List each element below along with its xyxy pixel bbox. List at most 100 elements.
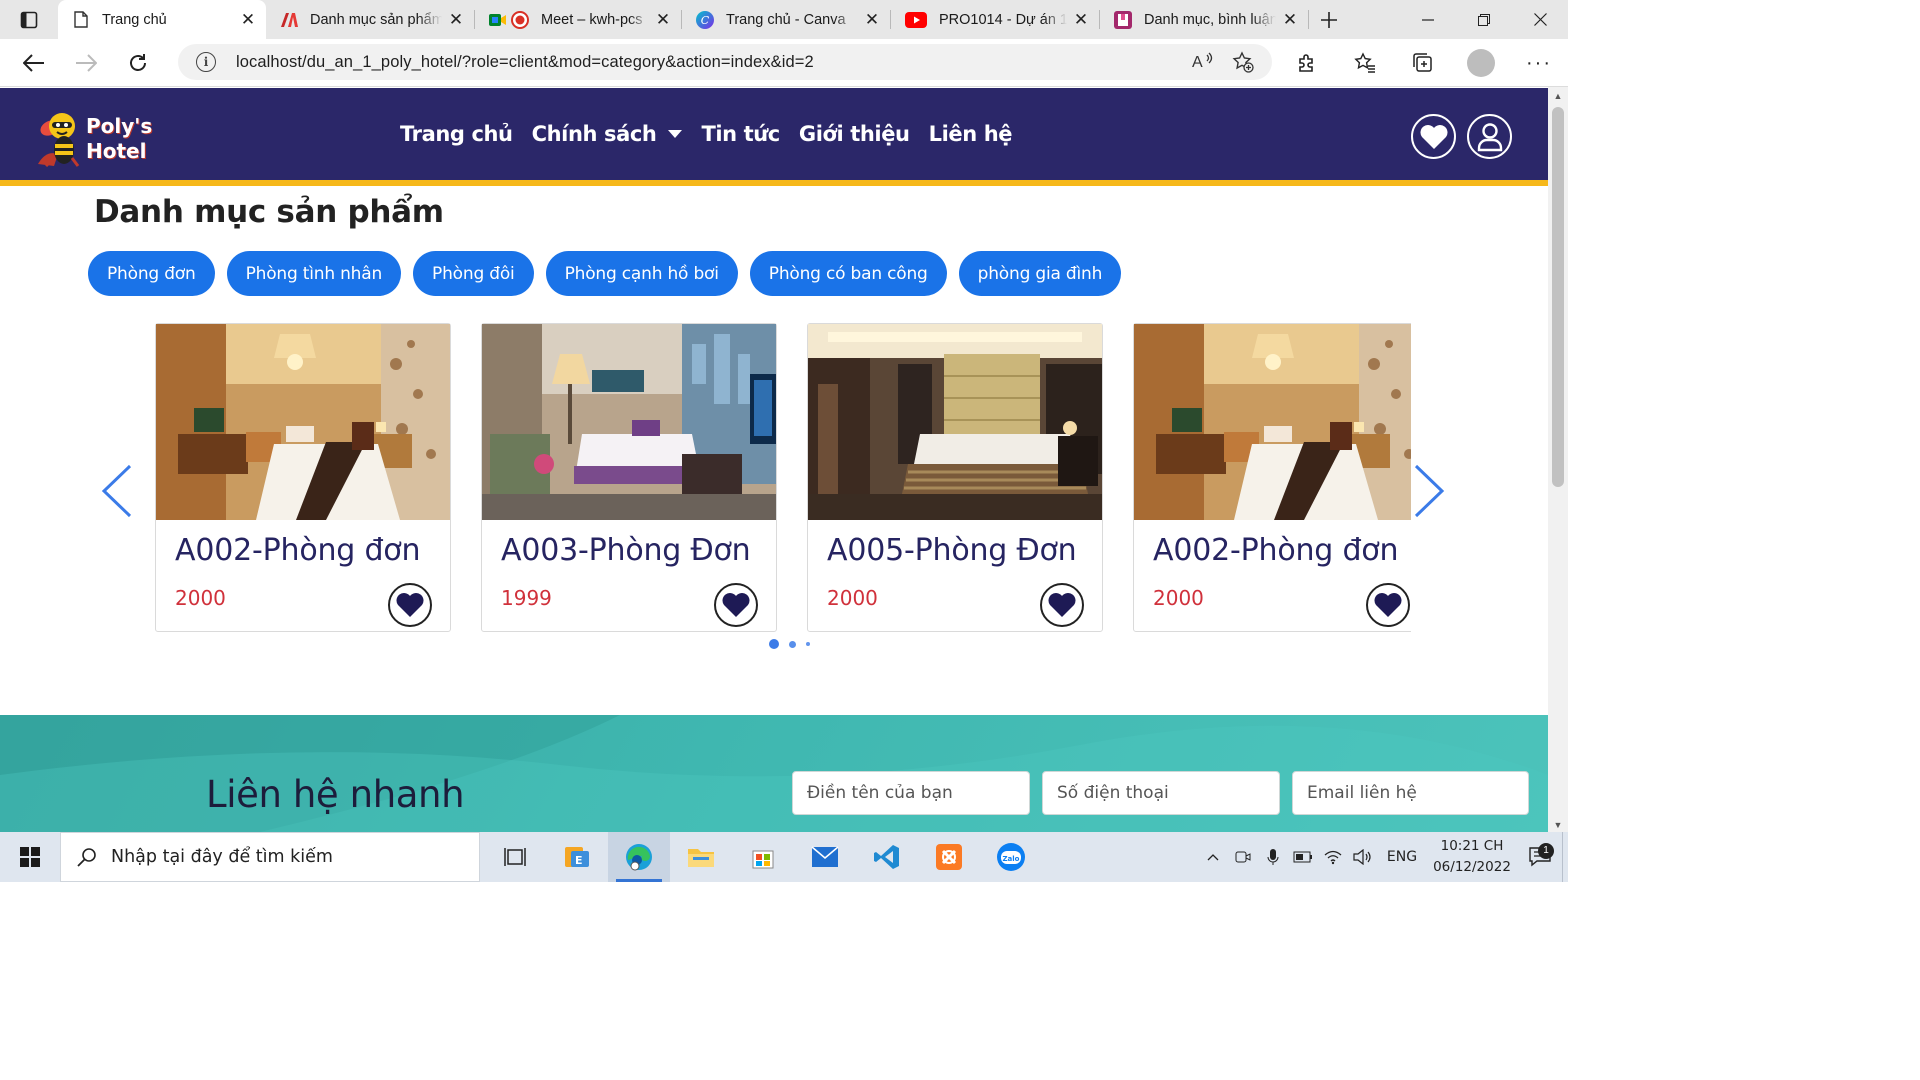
room-card[interactable]: A003-Phòng Đơn 1999 [481, 323, 777, 632]
extensions-button[interactable] [1278, 52, 1336, 74]
logo-line-1: Poly's [86, 114, 153, 138]
taskbar-app-edge[interactable] [608, 832, 670, 882]
room-card[interactable]: A002-Phòng đơn 2000 [1133, 323, 1411, 632]
reload-button[interactable] [112, 43, 164, 83]
site-info-icon[interactable]: i [196, 52, 216, 72]
microphone-icon[interactable] [1258, 848, 1288, 866]
tab-actions-button[interactable] [0, 0, 58, 39]
nav-about[interactable]: Giới thiệu [799, 122, 910, 146]
carousel-track: A002-Phòng đơn 2000 A003-Phòng Đơn 1999 … [155, 323, 1411, 633]
browser-tab[interactable]: Meet – kwh-pcs ✕ [475, 0, 681, 39]
collections-button[interactable] [1394, 52, 1452, 74]
close-tab-icon[interactable]: ✕ [1073, 10, 1089, 30]
nav-news[interactable]: Tin tức [701, 122, 780, 146]
start-button[interactable] [0, 832, 60, 882]
taskbar-app-explorer[interactable] [670, 832, 732, 882]
add-to-wishlist-button[interactable] [388, 583, 432, 627]
taskbar-app-teams[interactable]: E [546, 832, 608, 882]
room-price: 1999 [501, 586, 552, 610]
taskbar-app-zalo[interactable]: Zalo [980, 832, 1042, 882]
nav-home[interactable]: Trang chủ [400, 122, 513, 146]
carousel-prev-button[interactable] [100, 463, 134, 519]
notification-center-button[interactable]: 1 [1518, 843, 1562, 867]
settings-menu-button[interactable]: ··· [1510, 52, 1568, 75]
contact-email-input[interactable] [1292, 771, 1529, 815]
windows-taskbar: Nhập tại đây để tìm kiếm E Zalo ENG 10:2… [0, 832, 1568, 882]
close-tab-icon[interactable]: ✕ [448, 10, 464, 30]
browser-tab[interactable]: Danh mục, bình luận ✕ [1100, 0, 1308, 39]
category-pill[interactable]: Phòng có ban công [749, 251, 947, 296]
carousel-dot[interactable] [789, 640, 796, 648]
wishlist-button[interactable] [1411, 114, 1456, 159]
back-button[interactable] [8, 43, 60, 83]
browser-tab[interactable]: Trang chủ ✕ [58, 0, 266, 39]
room-card[interactable]: A005-Phòng Đơn 2000 [807, 323, 1103, 632]
category-pill[interactable]: Phòng đơn [88, 251, 215, 296]
page-scrollbar[interactable]: ▲ ▼ [1548, 87, 1568, 832]
scrollbar-thumb[interactable] [1552, 107, 1564, 487]
site-logo[interactable]: Poly's Hotel [36, 106, 156, 170]
browser-tab[interactable]: Danh mục sản phẩm ✕ [266, 0, 474, 39]
favorites-button[interactable] [1336, 52, 1394, 74]
category-pill[interactable]: Phòng cạnh hồ bơi [545, 251, 738, 296]
wifi-icon[interactable] [1318, 849, 1348, 865]
room-name[interactable]: A002-Phòng đơn [1153, 533, 1398, 568]
add-favorite-icon[interactable] [1232, 51, 1254, 73]
taskbar-app-vscode[interactable] [856, 832, 918, 882]
profile-button[interactable] [1452, 49, 1510, 77]
contact-name-input[interactable] [792, 771, 1030, 815]
restore-button[interactable] [1456, 0, 1512, 39]
room-name[interactable]: A003-Phòng Đơn [501, 533, 751, 568]
forward-button[interactable] [60, 43, 112, 83]
nav-policy[interactable]: Chính sách [532, 122, 683, 146]
show-hidden-icons-button[interactable] [1198, 853, 1228, 861]
nav-contact[interactable]: Liên hệ [929, 122, 1013, 146]
category-pill[interactable]: Phòng đôi [413, 251, 534, 296]
taskbar-app-store[interactable] [732, 832, 794, 882]
meet-now-icon[interactable] [1228, 849, 1258, 865]
close-tab-icon[interactable]: ✕ [864, 10, 880, 30]
minimize-button[interactable] [1400, 0, 1456, 39]
browser-tab[interactable]: PRO1014 - Dự án 1 ✕ [891, 0, 1099, 39]
show-desktop-button[interactable] [1562, 832, 1568, 882]
url-text[interactable]: localhost/du_an_1_poly_hotel/?role=clien… [236, 53, 814, 72]
taskbar-app-xampp[interactable] [918, 832, 980, 882]
account-button[interactable] [1467, 114, 1512, 159]
close-tab-icon[interactable]: ✕ [240, 10, 256, 30]
chevron-up-icon [1207, 854, 1219, 861]
room-carousel: A002-Phòng đơn 2000 A003-Phòng Đơn 1999 … [100, 323, 1450, 643]
battery-icon[interactable] [1288, 851, 1318, 863]
contact-phone-input[interactable] [1042, 771, 1280, 815]
svg-text:Zalo: Zalo [1002, 855, 1019, 863]
browser-tab[interactable]: C Trang chủ - Canva ✕ [682, 0, 890, 39]
volume-icon[interactable] [1348, 849, 1378, 865]
room-card[interactable]: A002-Phòng đơn 2000 [155, 323, 451, 632]
tab-title: Trang chủ - Canva [726, 11, 846, 28]
add-to-wishlist-button[interactable] [1366, 583, 1410, 627]
category-pill[interactable]: Phòng tình nhân [226, 251, 402, 296]
carousel-next-button[interactable] [1412, 463, 1446, 519]
room-name[interactable]: A002-Phòng đơn [175, 533, 420, 568]
add-to-wishlist-button[interactable] [714, 583, 758, 627]
close-tab-icon[interactable]: ✕ [655, 10, 671, 30]
add-to-wishlist-button[interactable] [1040, 583, 1084, 627]
read-aloud-icon[interactable]: A [1192, 51, 1214, 71]
input-language[interactable]: ENG [1378, 849, 1426, 865]
address-bar[interactable]: i localhost/du_an_1_poly_hotel/?role=cli… [178, 44, 1272, 80]
new-tab-button[interactable] [1309, 0, 1349, 39]
close-tab-icon[interactable]: ✕ [1282, 10, 1298, 30]
room-name[interactable]: A005-Phòng Đơn [827, 533, 1077, 568]
office-app-icon: E [565, 847, 589, 867]
taskbar-search-box[interactable]: Nhập tại đây để tìm kiếm [60, 832, 480, 882]
caret-down-icon [668, 130, 683, 138]
task-view-button[interactable] [484, 832, 546, 882]
carousel-dot-active[interactable] [769, 639, 779, 649]
system-tray: ENG 10:21 CH 06/12/2022 1 [1198, 832, 1568, 882]
scroll-up-icon[interactable]: ▲ [1548, 91, 1568, 101]
close-window-button[interactable] [1512, 0, 1568, 39]
scroll-down-icon[interactable]: ▼ [1548, 820, 1568, 830]
taskbar-app-mail[interactable] [794, 832, 856, 882]
category-pill[interactable]: phòng gia đình [958, 251, 1122, 296]
taskbar-clock[interactable]: 10:21 CH 06/12/2022 [1426, 836, 1518, 878]
carousel-dot[interactable] [806, 642, 810, 646]
